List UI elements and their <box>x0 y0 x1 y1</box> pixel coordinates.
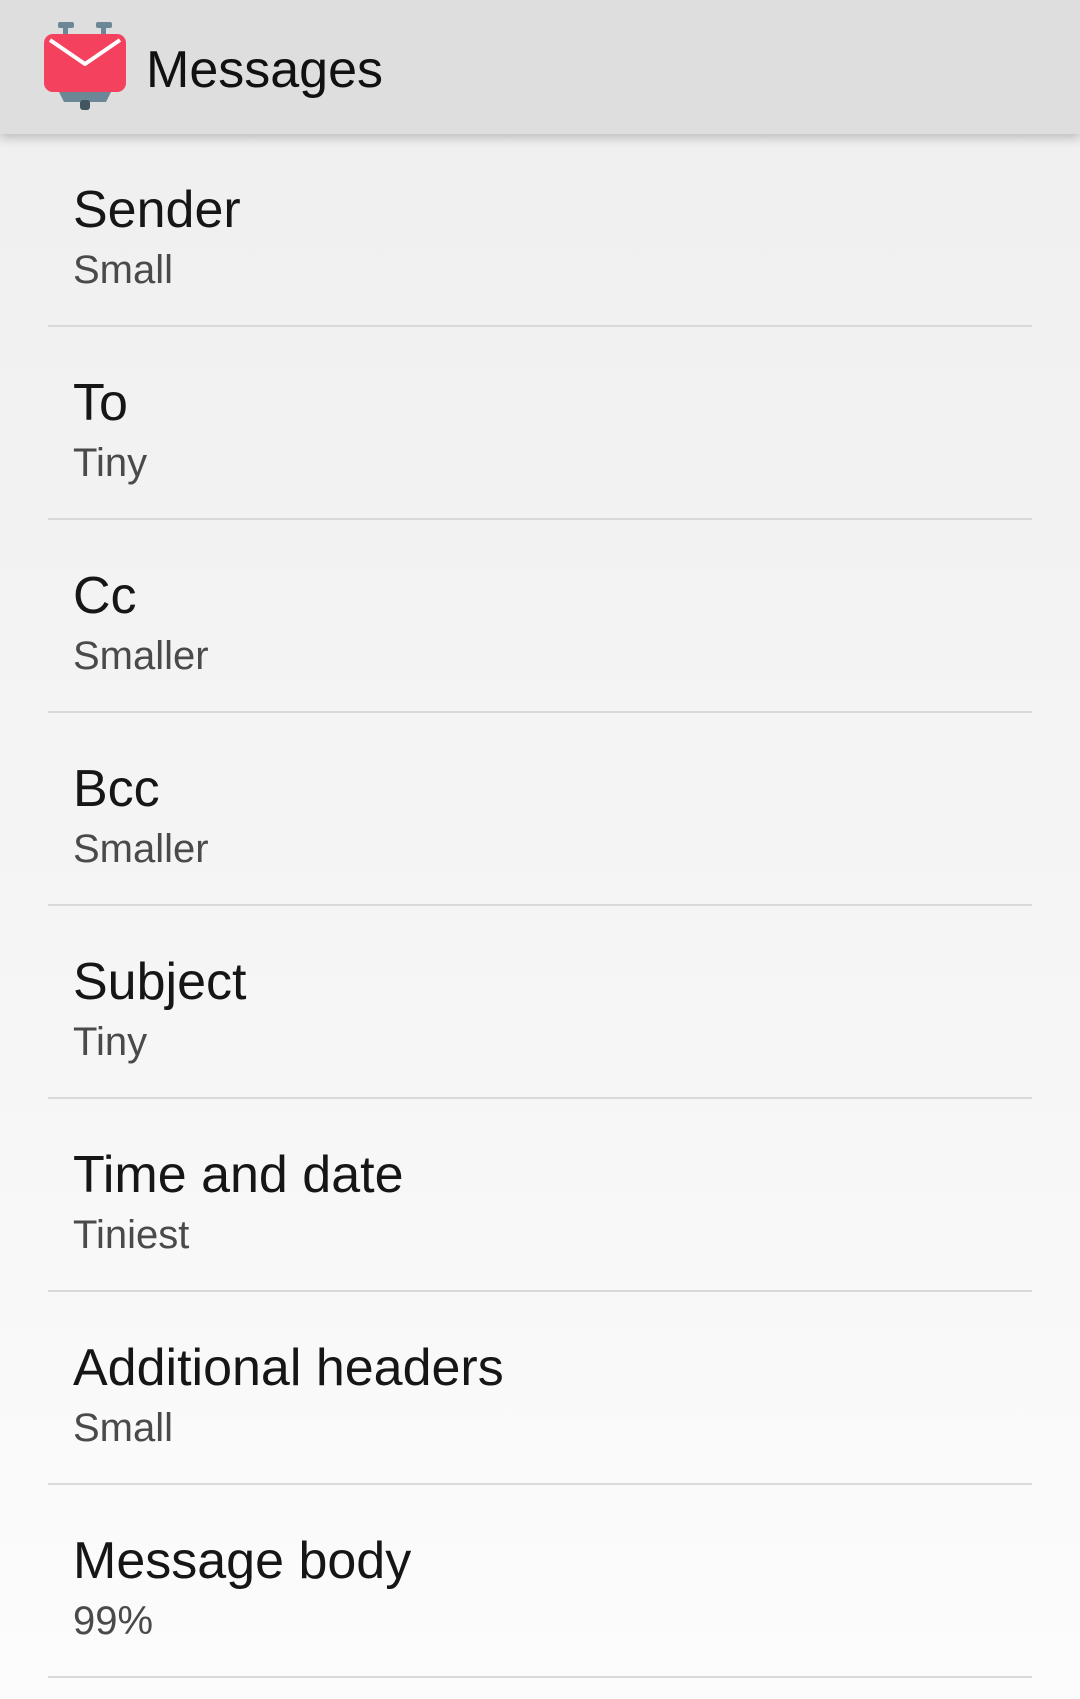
setting-summary: Small <box>73 248 174 292</box>
setting-title: Subject <box>73 953 247 1011</box>
app-bar: Messages <box>0 0 1080 134</box>
setting-summary: 99% <box>73 1599 154 1643</box>
setting-summary: Small <box>73 1406 174 1450</box>
setting-subject[interactable]: Subject Tiny <box>0 906 1080 1099</box>
setting-title: Sender <box>73 181 241 239</box>
divider <box>48 1676 1032 1678</box>
setting-time-and-date[interactable]: Time and date Tiniest <box>0 1099 1080 1292</box>
setting-to[interactable]: To Tiny <box>0 327 1080 520</box>
setting-summary: Tiny <box>73 1020 148 1064</box>
app-logo-icon <box>44 22 126 110</box>
setting-summary: Smaller <box>73 634 209 678</box>
setting-title: Time and date <box>73 1146 404 1204</box>
setting-sender[interactable]: Sender Small <box>0 134 1080 327</box>
setting-additional-headers[interactable]: Additional headers Small <box>0 1292 1080 1485</box>
setting-title: Message body <box>73 1532 412 1590</box>
setting-title: Cc <box>73 567 137 625</box>
setting-summary: Smaller <box>73 827 209 871</box>
setting-title: Additional headers <box>73 1339 504 1397</box>
page-title: Messages <box>146 41 383 99</box>
setting-cc[interactable]: Cc Smaller <box>0 520 1080 713</box>
setting-bcc[interactable]: Bcc Smaller <box>0 713 1080 906</box>
setting-summary: Tiniest <box>73 1213 190 1257</box>
setting-message-body[interactable]: Message body 99% <box>0 1485 1080 1678</box>
setting-title: To <box>73 374 128 432</box>
setting-title: Bcc <box>73 760 160 818</box>
setting-summary: Tiny <box>73 441 148 485</box>
settings-list: Sender Small To Tiny Cc Smaller Bcc Smal… <box>0 134 1080 1678</box>
